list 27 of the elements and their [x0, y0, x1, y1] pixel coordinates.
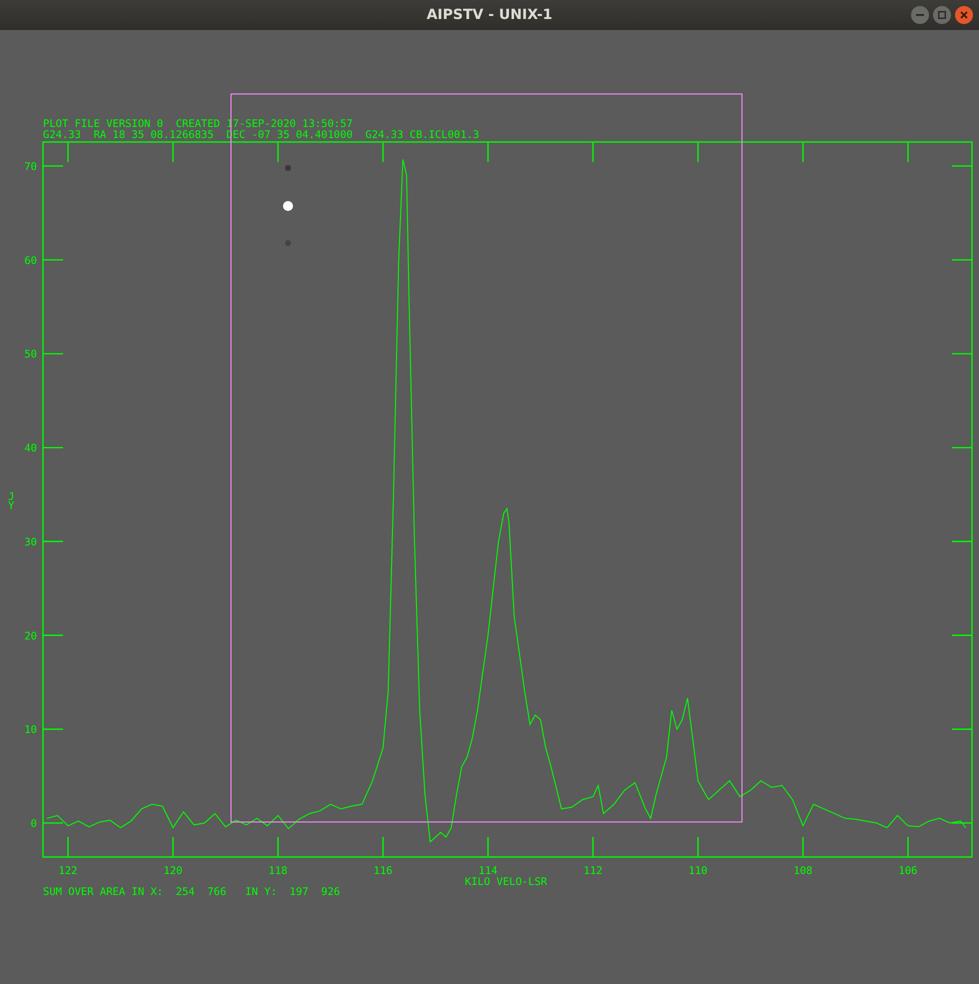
tick-label: 112 — [584, 865, 602, 877]
minimize-button[interactable] — [911, 6, 929, 24]
maximize-button[interactable] — [933, 6, 951, 24]
maximize-icon — [938, 11, 946, 19]
close-icon — [960, 11, 968, 19]
tick-label: 10 — [24, 724, 37, 736]
close-button[interactable] — [955, 6, 973, 24]
tick-label: 50 — [24, 348, 37, 361]
tick-label: 110 — [688, 865, 708, 877]
tick-label: 40 — [24, 442, 37, 455]
tick-label: 116 — [374, 865, 392, 877]
tick-label: 118 — [268, 865, 288, 877]
tick-label: 122 — [58, 865, 78, 877]
tick-label: 20 — [24, 630, 37, 642]
tick-label: 70 — [24, 161, 37, 174]
tick-label: 120 — [164, 865, 182, 877]
tick-label: 108 — [794, 865, 812, 877]
footer-text: SUM OVER AREA IN X: 254 766 IN Y: 197 926 — [43, 886, 340, 898]
tick-label: 60 — [24, 254, 37, 267]
tick-label: 106 — [898, 865, 918, 877]
minimize-icon — [916, 14, 924, 16]
tick-label: 30 — [24, 536, 37, 548]
tick-label: 114 — [478, 865, 498, 877]
tick-label: 0 — [30, 818, 37, 830]
axis-label: KILO VELO-LSR — [464, 876, 548, 888]
axis-label: JY — [8, 491, 14, 512]
window-title: AIPSTV - UNIX-1 — [426, 7, 552, 23]
